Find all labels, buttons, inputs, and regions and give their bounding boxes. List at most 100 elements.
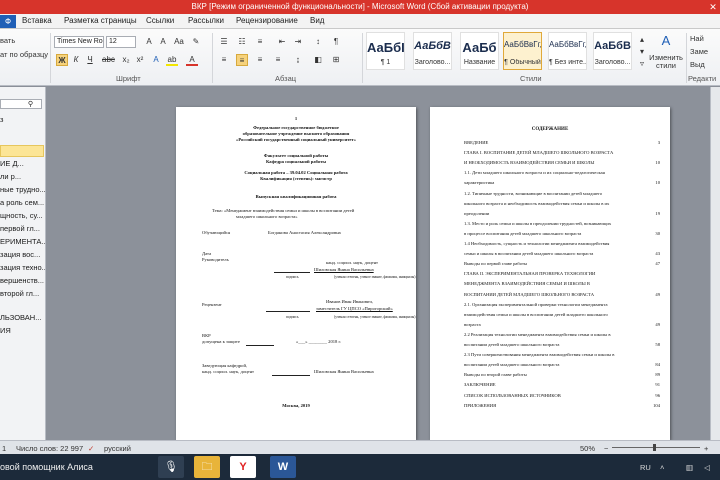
document-area[interactable]: 1 Федеральное государственное бюджетное … [46, 87, 710, 440]
nav-item[interactable]: щность, су... [0, 211, 45, 220]
toc-entry[interactable]: И НЕОБХОДИМОСТЬ ВЗАИМОДЕЙСТВИЯ СЕМЬИ И Ш… [464, 160, 660, 165]
assistant-search[interactable]: овой помощник Алиса [0, 462, 93, 472]
nav-item[interactable]: ЛЬЗОВАН... [0, 313, 45, 322]
style-normal[interactable]: АаБбВвГг, ¶ Обычный [503, 32, 542, 70]
align-left-icon[interactable]: ≡ [218, 54, 230, 66]
multilevel-list-icon[interactable]: ≡ [254, 36, 266, 48]
toc-entry[interactable]: 1.3. Место и роль семьи и школы в преодо… [464, 221, 660, 226]
styles-scroll-up-icon[interactable]: ▴ [636, 34, 648, 46]
change-case-icon[interactable]: Aa [173, 36, 185, 48]
vertical-scrollbar[interactable] [710, 87, 720, 440]
nav-search-input[interactable]: ⚲ [0, 99, 42, 109]
toc-entry[interactable]: преодолении 19 [464, 211, 660, 216]
copy-button[interactable]: вать [0, 36, 15, 45]
nav-item[interactable]: ные трудно... [0, 185, 45, 194]
style-heading1[interactable]: АаБбI ¶ 1 [366, 32, 405, 70]
nav-item[interactable]: зация вос... [0, 250, 45, 259]
nav-item[interactable]: з [0, 115, 45, 124]
contents-page[interactable]: СОДЕРЖАНИЕ ВВЕДЕНИЕ 3 ГЛАВА I. ВОСПИТАНИЕ … [430, 107, 670, 440]
network-icon[interactable]: ▥ [686, 463, 693, 472]
proofing-icon[interactable]: ✓ [88, 444, 94, 453]
align-center-icon[interactable]: ≡ [236, 54, 248, 66]
word-count[interactable]: Число слов: 22 997 [16, 444, 83, 453]
toc-entry[interactable]: ГЛАВА II. ЭКСПЕРИМЕНТАЛЬНАЯ ПРОВЕРКА ТЕХ… [464, 271, 660, 276]
tray-arrow-icon[interactable]: ˄ [660, 463, 664, 472]
yandex-browser-icon[interactable]: Y [230, 456, 256, 478]
bullets-icon[interactable]: ☰ [218, 36, 230, 48]
toc-entry[interactable]: Выводы по второй главе работы 89 [464, 372, 660, 377]
tab-file[interactable]: Ф [0, 15, 16, 28]
toc-entry[interactable]: 2.3 Пути совершенствования менеджмента в… [464, 352, 660, 357]
nav-item[interactable]: ЕРИМЕНТА... [0, 237, 45, 246]
nav-item[interactable]: зация техно... [0, 263, 45, 272]
toc-entry[interactable]: возраста 49 [464, 322, 660, 327]
toc-entry[interactable]: 1.1. Дети младшего школьного возраста и … [464, 170, 660, 175]
toc-entry[interactable]: 1.4 Необходимость, сущность и технологии… [464, 241, 660, 246]
bold-button[interactable]: Ж [56, 54, 68, 66]
toc-entry[interactable]: 2.1. Организация экспериментальной прове… [464, 302, 660, 307]
toc-entry[interactable]: воспитании детей младшего школьного возр… [464, 342, 660, 347]
nav-item[interactable]: ИЕ Д... [0, 159, 45, 168]
decrease-indent-icon[interactable]: ⇤ [276, 36, 288, 48]
superscript-icon[interactable]: x² [134, 54, 146, 66]
style-heading[interactable]: АаБбВ Заголово... [413, 32, 452, 70]
title-page[interactable]: 1 Федеральное государственное бюджетное … [176, 107, 416, 440]
style-title[interactable]: АаБб Название [460, 32, 499, 70]
tab-mailings[interactable]: Рассылки [188, 16, 224, 25]
volume-icon[interactable]: ◁ [704, 463, 710, 472]
toc-entry[interactable]: 1.2. Типичные трудности, возникающие в в… [464, 191, 660, 196]
toc-entry[interactable]: взаимодействия семьи и школы в воспитани… [464, 312, 660, 317]
nav-item[interactable]: ли р... [0, 172, 45, 181]
language-indicator[interactable]: русский [104, 444, 131, 453]
nav-item[interactable]: а роль сем... [0, 198, 45, 207]
toc-entry[interactable]: ВВЕДЕНИЕ 3 [464, 140, 660, 145]
pilcrow-icon[interactable]: ¶ [330, 36, 342, 48]
format-painter-button[interactable]: ат по образцу [0, 50, 48, 59]
file-explorer-icon[interactable]: 🗀 [194, 456, 220, 478]
page-indicator[interactable]: 1 [2, 444, 6, 453]
word-icon[interactable]: W [270, 456, 296, 478]
style-heading2[interactable]: АаБбВ Заголово... [593, 32, 632, 70]
text-effects-icon[interactable]: A [150, 54, 162, 66]
select-button[interactable]: Выд [690, 60, 705, 69]
nav-item[interactable]: ИЯ [0, 326, 45, 335]
italic-button[interactable]: К [70, 54, 82, 66]
styles-more-icon[interactable]: ▿ [636, 58, 648, 70]
replace-button[interactable]: Заме [690, 47, 708, 56]
sort-icon[interactable]: ↕ [312, 36, 324, 48]
toc-entry[interactable]: школьного возраста и необходимость взаим… [464, 201, 660, 206]
zoom-out-icon[interactable]: − [604, 444, 608, 453]
close-window-button[interactable]: ✕ [706, 0, 720, 14]
grow-font-icon[interactable]: A [143, 36, 155, 48]
nav-item[interactable]: второй гл... [0, 289, 45, 298]
strikethrough-button[interactable]: abc [102, 54, 115, 66]
zoom-slider-handle[interactable] [653, 444, 656, 451]
zoom-in-icon[interactable]: + [704, 444, 708, 453]
microphone-icon[interactable]: 🎙 [158, 456, 184, 478]
toc-entry[interactable]: ЗАКЛЮЧЕНИЕ 91 [464, 382, 660, 387]
nav-item[interactable]: вершенств... [0, 276, 45, 285]
zoom-slider[interactable] [612, 447, 700, 448]
toc-entry[interactable]: СПИСОК ИСПОЛЬЗОВАННЫХ ИСТОЧНИКОВ 96 [464, 393, 660, 398]
borders-icon[interactable]: ⊞ [330, 54, 342, 66]
toc-entry[interactable]: ПРИЛОЖЕНИЯ 104 [464, 403, 660, 408]
toc-entry[interactable]: семьи и школы в воспитании детей младшег… [464, 251, 660, 256]
change-styles-icon[interactable]: A [650, 33, 682, 48]
toc-entry[interactable]: в процессе воспитания детей младшего шко… [464, 231, 660, 236]
align-right-icon[interactable]: ≡ [254, 54, 266, 66]
shading-icon[interactable]: ◧ [312, 54, 324, 66]
toc-entry[interactable]: ГЛАВА I. ВОСПИТАНИЕ ДЕТЕЙ МЛАДШЕГО ШКОЛЬ… [464, 150, 660, 155]
font-color-icon[interactable]: A [186, 54, 198, 66]
tab-insert[interactable]: Вставка [22, 16, 52, 25]
subscript-icon[interactable]: x₂ [120, 54, 132, 66]
input-language[interactable]: RU [640, 463, 651, 472]
styles-scroll-down-icon[interactable]: ▾ [636, 46, 648, 58]
numbering-icon[interactable]: ☷ [236, 36, 248, 48]
highlight-icon[interactable]: ab [166, 54, 178, 66]
tab-page-layout[interactable]: Разметка страницы [64, 16, 137, 25]
find-button[interactable]: Най [690, 34, 704, 43]
change-styles-button[interactable]: Изменить стили [648, 54, 684, 70]
toc-entry[interactable]: Выводы по первой главе работы 47 [464, 261, 660, 266]
justify-icon[interactable]: ≡ [272, 54, 284, 66]
line-spacing-icon[interactable]: ↨ [292, 54, 304, 66]
